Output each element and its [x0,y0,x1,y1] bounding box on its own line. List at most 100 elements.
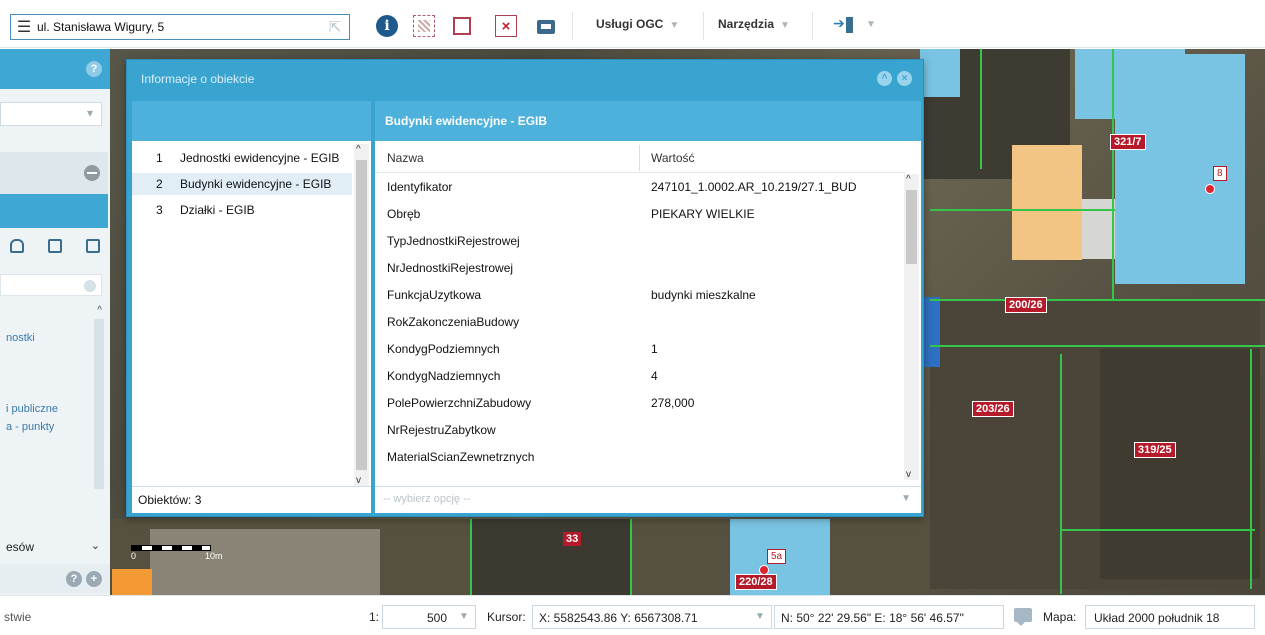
print-icon[interactable] [535,15,557,37]
object-item[interactable]: 1 Jednostki ewidencyjne - EGIB [132,147,352,169]
crs-select[interactable]: Układ 2000 południk 18 [1085,605,1255,629]
parcel-line [1250,349,1252,589]
address-point-marker[interactable] [1205,184,1215,194]
chevron-down-icon: ▼ [459,611,469,622]
panel-section-active[interactable] [0,194,108,228]
attributes-title: Budynki ewidencyjne - EGIB [375,101,921,141]
toolbar: ☰ ul. Stanisława Wigury, 5 ⇱ i × Usługi … [0,0,1265,48]
plot-label[interactable]: 200/26 [1005,297,1047,313]
menu-icon[interactable]: ☰ [11,17,37,37]
chevron-down-icon[interactable]: ⌄ [91,539,100,552]
list-item[interactable]: i publiczne [6,403,58,415]
column-divider[interactable] [639,145,640,171]
plot-label[interactable]: 33 [563,532,582,546]
menu-tools[interactable]: Narzędzia ▼ [718,17,790,31]
left-panel: ? ^ nostki i publiczne a - punkty esów ⌄… [0,49,110,595]
table-row[interactable]: RokZakonczeniaBudowy [375,309,905,336]
table-row[interactable]: Obręb PIEKARY WIELKIE [375,201,905,228]
chevron-down-icon[interactable]: ▼ [755,611,765,622]
table-row[interactable]: Identyfikator 247101_1.0002.AR_10.219/27.… [375,174,905,201]
chevron-up-icon[interactable]: ^ [356,144,361,155]
object-item[interactable]: 3 Działki - EGIB [132,199,352,221]
info-icon[interactable]: i [376,15,398,37]
chevron-down-icon[interactable]: v [906,469,911,480]
plot-label[interactable]: 220/28 [735,574,777,590]
table-row[interactable]: KondygPodziemnych 1 [375,336,905,363]
attribute-name: PolePowierzchniZabudowy [387,396,532,410]
table-row[interactable]: FunkcjaUzytkowa budynki mieszkalne [375,282,905,309]
list-item[interactable]: nostki [6,332,35,344]
copy-icon[interactable] [48,239,62,253]
attribute-value: 247101_1.0002.AR_10.219/27.1_BUD [651,180,857,194]
map-label: Mapa: [1043,610,1077,624]
layer-select[interactable] [0,102,102,126]
chevron-up-icon[interactable]: ^ [97,305,102,316]
help-icon[interactable]: ? [86,61,102,77]
parcel-line [1060,529,1255,531]
table-row[interactable]: NrJednostkiRejestrowej [375,255,905,282]
scrollbar-thumb[interactable] [356,160,367,470]
plot-label[interactable]: 319/25 [1134,442,1176,458]
layer-list [0,299,108,499]
plot-label[interactable]: 321/7 [1110,134,1146,150]
table-row[interactable]: TypJednostkiRejestrowej [375,228,905,255]
clear-selection-icon[interactable]: × [495,15,517,37]
object-list-scrollbar[interactable]: ^ v [354,144,369,486]
layer-list-scrollbar[interactable] [94,319,104,489]
select-area-icon[interactable] [413,15,435,37]
clear-icon[interactable] [84,280,96,292]
table-row[interactable]: PolePowierzchniZabudowy 278,000 [375,390,905,417]
share-icon[interactable]: ⇱ [321,18,349,36]
scale-select[interactable]: 500 ▼ [382,605,476,629]
house-number-label[interactable]: 8 [1213,166,1227,181]
status-bar: stwie 1: 500 ▼ Kursor: X: 5582543.86 Y: … [0,595,1265,635]
toolbar-divider [812,12,813,40]
table-row[interactable]: NrRejestruZabytkow [375,417,905,444]
map-building [112,569,152,595]
parcel-line [930,345,1265,347]
scrollbar-thumb[interactable] [906,190,917,264]
chevron-down-icon[interactable]: ▼ [866,19,876,30]
chevron-down-icon[interactable]: v [356,475,361,486]
attributes-panel: Budynki ewidencyjne - EGIB Nazwa Wartość… [375,101,921,513]
lock-icon[interactable] [10,239,24,253]
option-select-placeholder: -- wybierz opcję -- [383,493,471,505]
table-row[interactable]: MaterialScianZewnetrznych [375,444,905,471]
chevron-up-icon[interactable]: ^ [906,174,911,185]
add-icon[interactable]: + [86,571,102,587]
collapse-icon[interactable] [84,165,100,181]
option-select[interactable]: -- wybierz opcję -- ▼ [375,486,921,513]
map-terrain [470,519,630,595]
chevron-down-icon: ▼ [669,20,680,31]
logout-icon[interactable] [833,15,853,35]
crs-value: Układ 2000 południk 18 [1094,611,1220,625]
object-item-selected[interactable]: 2 Budynki ewidencyjne - EGIB [132,173,352,195]
help-icon[interactable]: ? [66,571,82,587]
attribute-name: RokZakonczeniaBudowy [387,315,520,329]
message-icon[interactable] [1014,608,1032,626]
object-item-number: 2 [156,177,163,191]
chevron-down-icon: ▼ [901,493,911,504]
select-rectangle-icon[interactable] [451,15,473,37]
plot-label[interactable]: 203/26 [972,401,1014,417]
table-row[interactable]: KondygNadziemnych 4 [375,363,905,390]
attributes-scrollbar[interactable]: ^ v [904,174,919,480]
map-building [1075,49,1185,119]
checkbox-icon[interactable] [86,239,100,253]
list-item[interactable]: a - punkty [6,421,54,433]
toolbar-divider [703,12,704,40]
parcel-line [630,519,632,595]
scale-bar: 0 10m [131,541,223,561]
object-item-number: 3 [156,203,163,217]
address-search-box[interactable]: ☰ ul. Stanisława Wigury, 5 ⇱ [10,14,350,40]
address-point-marker[interactable] [759,565,769,575]
parcel-line [980,49,982,169]
address-input[interactable]: ul. Stanisława Wigury, 5 [37,20,321,34]
collapse-icon[interactable]: ^ [877,71,892,86]
close-icon[interactable]: × [897,71,912,86]
object-list-header [132,101,371,141]
house-number-label[interactable]: 5a [767,549,787,564]
menu-ogc[interactable]: Usługi OGC ▼ [596,17,679,31]
dialog-title: Informacje o obiekcie [141,72,255,86]
panel-header: ? [0,49,110,89]
